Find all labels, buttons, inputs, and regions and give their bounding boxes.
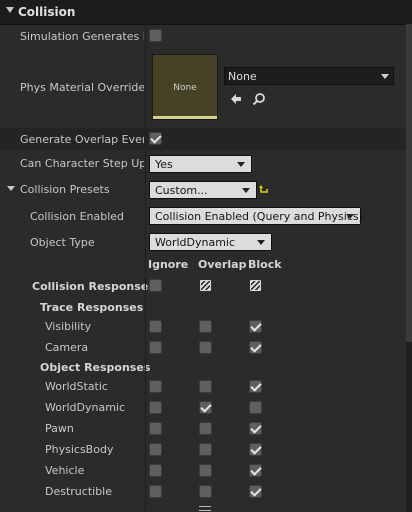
expand-arrow-icon[interactable] bbox=[7, 186, 15, 191]
object-type-value: WorldDynamic bbox=[155, 236, 236, 249]
chevron-down-icon bbox=[257, 240, 265, 245]
can-step-value: Yes bbox=[155, 158, 173, 171]
overlap-checkbox[interactable] bbox=[199, 401, 212, 414]
reset-to-default-icon[interactable] bbox=[259, 184, 269, 194]
collision-section-header[interactable]: Collision bbox=[0, 0, 412, 25]
collision-enabled-dropdown[interactable]: Collision Enabled (Query and Physics) bbox=[149, 207, 363, 225]
chevron-down-icon bbox=[381, 74, 389, 79]
chevron-down-icon bbox=[242, 188, 250, 193]
label-phys-material: Phys Material Override bbox=[20, 81, 144, 94]
row-sim-hit: Simulation Generates Hit Events bbox=[0, 25, 412, 47]
response-label: WorldDynamic bbox=[45, 401, 126, 414]
collision-enabled-value: Collision Enabled (Query and Physics) bbox=[155, 210, 363, 223]
phys-material-thumbnail[interactable]: None bbox=[152, 54, 218, 120]
sim-hit-checkbox[interactable] bbox=[149, 29, 162, 42]
overlap-checkbox[interactable] bbox=[199, 380, 212, 393]
label-gen-overlap: Generate Overlap Events bbox=[20, 133, 144, 146]
object-type-dropdown[interactable]: WorldDynamic bbox=[149, 233, 272, 251]
column-overlap: Overlap bbox=[198, 258, 247, 271]
ignore-checkbox[interactable] bbox=[149, 464, 162, 477]
response-label: WorldStatic bbox=[45, 380, 108, 393]
label-sim-hit: Simulation Generates Hit Events bbox=[20, 30, 144, 43]
block-checkbox[interactable] bbox=[249, 464, 262, 477]
ignore-checkbox[interactable] bbox=[149, 401, 162, 414]
label-presets: Collision Presets bbox=[20, 183, 110, 196]
phys-material-picker[interactable]: None bbox=[224, 67, 394, 85]
overlap-checkbox[interactable] bbox=[199, 320, 212, 333]
advanced-expand-icon[interactable] bbox=[199, 506, 211, 511]
thumbnail-none-text: None bbox=[173, 83, 197, 93]
all-block-checkbox[interactable] bbox=[249, 279, 262, 292]
overlap-checkbox[interactable] bbox=[199, 422, 212, 435]
ignore-checkbox[interactable] bbox=[149, 443, 162, 456]
block-checkbox[interactable] bbox=[249, 380, 262, 393]
response-label: PhysicsBody bbox=[45, 443, 114, 456]
thumbnail-color-bar bbox=[153, 116, 217, 119]
block-checkbox[interactable] bbox=[249, 341, 262, 354]
presets-value: Custom... bbox=[155, 184, 208, 197]
response-row: Pawn bbox=[0, 418, 412, 438]
ignore-checkbox[interactable] bbox=[149, 320, 162, 333]
response-label: Destructible bbox=[45, 485, 112, 498]
response-row: Camera bbox=[0, 337, 412, 357]
response-row: Vehicle bbox=[0, 460, 412, 480]
row-collision-responses: Collision Responses bbox=[0, 275, 412, 297]
response-row: Visibility bbox=[0, 316, 412, 336]
label-object-type: Object Type bbox=[30, 236, 95, 249]
overlap-checkbox[interactable] bbox=[199, 464, 212, 477]
block-checkbox[interactable] bbox=[249, 422, 262, 435]
label-can-step: Can Character Step Up On bbox=[20, 157, 144, 170]
presets-dropdown[interactable]: Custom... bbox=[149, 181, 257, 199]
response-row: WorldDynamic bbox=[0, 397, 412, 417]
column-ignore: Ignore bbox=[148, 258, 189, 271]
block-checkbox[interactable] bbox=[249, 320, 262, 333]
ignore-checkbox[interactable] bbox=[149, 380, 162, 393]
can-step-dropdown[interactable]: Yes bbox=[149, 155, 252, 173]
response-label: Pawn bbox=[45, 422, 74, 435]
block-checkbox[interactable] bbox=[249, 401, 262, 414]
column-divider bbox=[145, 24, 146, 512]
response-row: Destructible bbox=[0, 481, 412, 501]
overlap-checkbox[interactable] bbox=[199, 485, 212, 498]
label-collision-enabled: Collision Enabled bbox=[30, 210, 125, 223]
chevron-down-icon bbox=[346, 214, 354, 219]
ignore-checkbox[interactable] bbox=[149, 485, 162, 498]
response-label: Camera bbox=[45, 341, 89, 354]
ignore-checkbox[interactable] bbox=[149, 341, 162, 354]
phys-material-value: None bbox=[228, 70, 257, 83]
block-checkbox[interactable] bbox=[249, 443, 262, 456]
response-row: WorldStatic bbox=[0, 376, 412, 396]
browse-arrow-icon[interactable] bbox=[229, 92, 243, 106]
label-collision-responses: Collision Responses bbox=[32, 280, 155, 293]
chevron-down-icon bbox=[237, 162, 245, 167]
magnifier-icon[interactable] bbox=[252, 92, 266, 106]
ignore-checkbox[interactable] bbox=[149, 422, 162, 435]
details-panel: Collision Simulation Generates Hit Event… bbox=[0, 0, 412, 512]
response-label: Vehicle bbox=[45, 464, 85, 477]
overlap-checkbox[interactable] bbox=[199, 341, 212, 354]
label-object-responses: Object Responses bbox=[40, 361, 151, 374]
overlap-checkbox[interactable] bbox=[199, 443, 212, 456]
column-block: Block bbox=[248, 258, 282, 271]
response-row: PhysicsBody bbox=[0, 439, 412, 459]
scrollbar[interactable] bbox=[406, 24, 412, 512]
section-title: Collision bbox=[18, 5, 76, 19]
all-ignore-checkbox[interactable] bbox=[149, 279, 162, 292]
row-gen-overlap: Generate Overlap Events bbox=[0, 128, 412, 150]
label-trace-responses: Trace Responses bbox=[40, 301, 144, 314]
gen-overlap-checkbox[interactable] bbox=[149, 132, 162, 145]
scrollbar-thumb[interactable] bbox=[406, 24, 412, 342]
block-checkbox[interactable] bbox=[249, 485, 262, 498]
collapse-arrow-icon[interactable] bbox=[6, 7, 14, 13]
response-label: Visibility bbox=[45, 320, 92, 333]
all-overlap-checkbox[interactable] bbox=[199, 279, 212, 292]
